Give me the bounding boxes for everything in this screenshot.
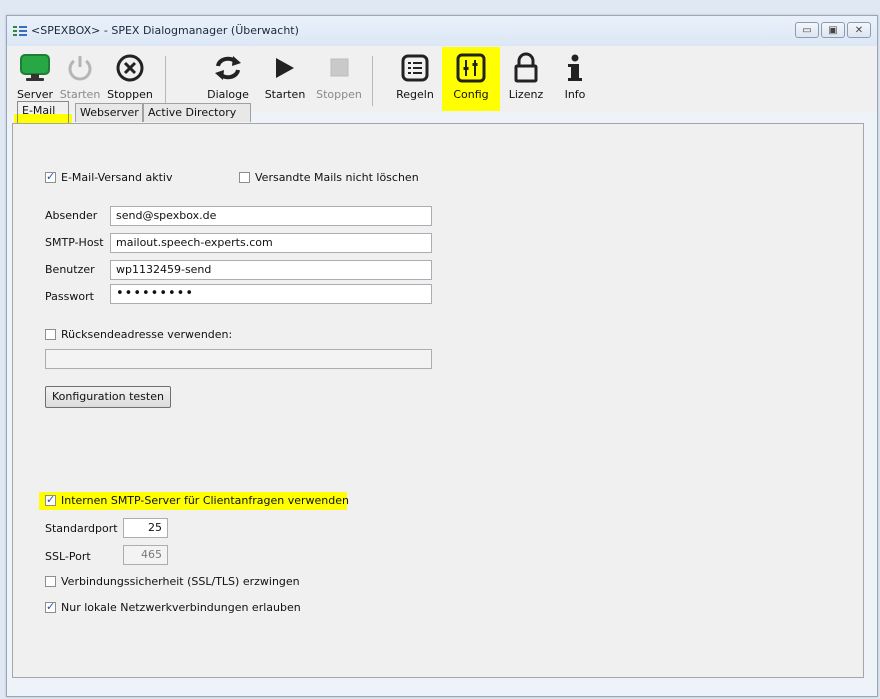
force-ssl-checkbox[interactable]: Verbindungssicherheit (SSL/TLS) erzwinge… (45, 575, 300, 588)
app-menu-icon[interactable] (13, 25, 27, 37)
ssl-port-label: SSL-Port (45, 550, 91, 563)
email-send-active-checkbox[interactable]: E-Mail-Versand aktiv (45, 170, 172, 184)
tab-webserver[interactable]: Webserver (75, 103, 143, 122)
refresh-icon (215, 56, 241, 80)
password-label: Passwort (45, 290, 94, 303)
reply-to-checkbox[interactable]: Rücksendeadresse verwenden: (45, 328, 232, 341)
window-title: <SPEXBOX> - SPEX Dialogmanager (Überwach… (31, 24, 299, 37)
checkbox-unchecked (45, 576, 56, 587)
config-button[interactable]: Config (447, 50, 495, 101)
info-icon (568, 54, 582, 81)
checkbox-checked (45, 600, 56, 613)
license-button[interactable]: Lizenz (504, 50, 548, 101)
sender-field[interactable]: send@spexbox.de (110, 206, 432, 226)
checkbox-unchecked (239, 172, 250, 183)
tab-email[interactable]: E-Mail (17, 101, 69, 123)
standard-port-field[interactable]: 25 (123, 518, 168, 538)
email-settings-panel: E-Mail-Versand aktiv Versandte Mails nic… (12, 123, 864, 678)
smtp-host-label: SMTP-Host (45, 236, 104, 249)
power-icon (68, 56, 92, 81)
play-icon (276, 58, 294, 78)
smtp-host-field[interactable]: mailout.speech-experts.com (110, 233, 432, 253)
start-server-button[interactable]: Starten (55, 50, 105, 101)
tab-active-directory[interactable]: Active Directory (143, 103, 251, 122)
keep-sent-mails-checkbox[interactable]: Versandte Mails nicht löschen (239, 171, 419, 184)
local-only-checkbox[interactable]: Nur lokale Netzwerkverbindungen erlauben (45, 600, 301, 614)
checkbox-checked (45, 170, 56, 183)
password-field[interactable]: ••••••••• (110, 284, 432, 304)
checkbox-unchecked (45, 329, 56, 340)
rules-list-icon (401, 54, 429, 82)
title-bar: <SPEXBOX> - SPEX Dialogmanager (Überwach… (7, 16, 877, 46)
server-button[interactable]: Server (13, 50, 57, 101)
stop-dialogs-button[interactable]: Stoppen (314, 50, 364, 101)
rules-button[interactable]: Regeln (393, 50, 437, 101)
close-icon: ✕ (854, 24, 864, 36)
close-button[interactable]: ✕ (847, 22, 871, 38)
maximize-button[interactable]: ▣ (821, 22, 845, 38)
standard-port-label: Standardport (45, 522, 118, 535)
info-button[interactable]: Info (555, 50, 595, 101)
monitor-icon (20, 54, 50, 81)
sender-label: Absender (45, 209, 98, 222)
internal-smtp-checkbox[interactable]: Internen SMTP-Server für Clientanfragen … (45, 493, 349, 507)
test-configuration-button[interactable]: Konfiguration testen (45, 386, 171, 408)
lock-icon (514, 52, 538, 83)
checkbox-checked (45, 493, 56, 506)
reply-to-field[interactable] (45, 349, 432, 369)
minimize-icon: ▭ (802, 24, 812, 36)
stop-square-icon (330, 58, 349, 77)
toolbar-separator (165, 56, 166, 106)
ssl-port-field[interactable]: 465 (123, 545, 168, 565)
user-label: Benutzer (45, 263, 95, 276)
stop-circle-icon (116, 54, 144, 82)
config-sliders-icon (456, 53, 486, 83)
user-field[interactable]: wp1132459-send (110, 260, 432, 280)
minimize-button[interactable]: ▭ (795, 22, 819, 38)
dialogs-button[interactable]: Dialoge (203, 50, 253, 101)
toolbar-separator (372, 56, 373, 106)
stop-server-button[interactable]: Stoppen (105, 50, 155, 101)
start-dialogs-button[interactable]: Starten (260, 50, 310, 101)
maximize-icon: ▣ (828, 24, 838, 36)
